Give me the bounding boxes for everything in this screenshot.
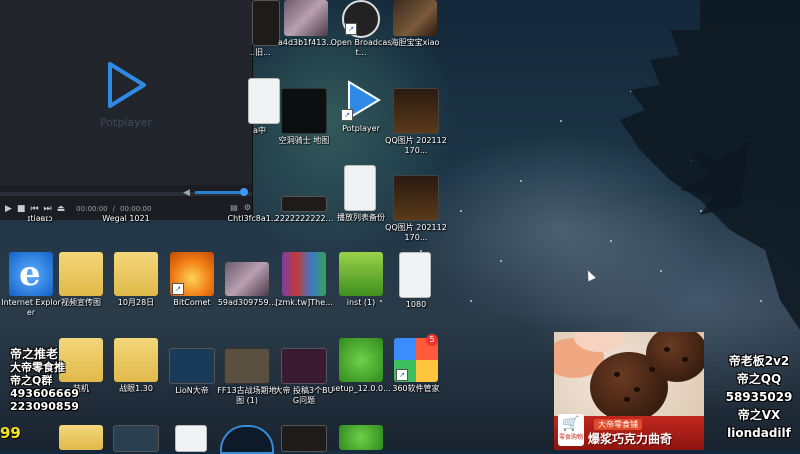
image-thumbnail-icon xyxy=(281,425,327,452)
bitcomet-icon: ↗ xyxy=(170,252,214,296)
stream-overlay-right: 帝老板2v2 帝之QQ 58935029 帝之VX liondadilf xyxy=(725,354,793,440)
play-icon[interactable]: ▶ xyxy=(5,204,12,214)
setup-icon xyxy=(339,425,383,450)
image-thumbnail-icon xyxy=(393,0,437,36)
volume-icon[interactable]: ◀ xyxy=(183,188,190,198)
desktop-icon-partial1[interactable]: ɪtiǝʙɪɔ xyxy=(20,212,60,224)
desktop-icon-partial2[interactable]: Wegal 1021 xyxy=(95,212,157,224)
folder-icon xyxy=(59,425,103,450)
desktop-icon-1080[interactable]: 1080 xyxy=(385,252,447,310)
folder-icon xyxy=(114,252,158,296)
image-thumbnail-icon xyxy=(281,348,327,384)
potplayer-window[interactable]: Potplayer ◀ ▶ ■ ⏮ ⏭ ⏏ 00:00:00 / 00:00:0… xyxy=(0,0,253,220)
potplayer-icon: ↗ xyxy=(339,78,383,122)
desktop-icon-partial-row2[interactable]: a中 xyxy=(230,78,280,136)
volume-slider[interactable] xyxy=(195,191,243,194)
file-icon xyxy=(399,252,431,298)
shop-name: 大帝零食铺 xyxy=(594,419,642,430)
volume-handle[interactable] xyxy=(240,188,248,196)
image-thumbnail-icon xyxy=(281,88,327,134)
ad-slogan: 爆浆巧克力曲奇 xyxy=(588,432,673,446)
settings-icon[interactable]: ⚙ xyxy=(244,203,251,212)
desktop-icon-bottom5[interactable] xyxy=(273,425,335,452)
cookie-advertisement[interactable]: 🛒 零食购物 大帝零食铺 爆浆巧克力曲奇 xyxy=(554,332,704,450)
desktop-icon-bottom2[interactable] xyxy=(105,425,167,452)
potplayer-logo-text: Potplayer xyxy=(100,116,152,129)
desktop-icon-bottom3[interactable] xyxy=(161,425,223,452)
shortcut-arrow-icon: ↗ xyxy=(345,23,357,35)
installer-icon xyxy=(339,252,383,296)
desktop-icon-a4d3b1f413[interactable]: a4d3b1f413... xyxy=(275,0,337,48)
desktop-icon-shipin[interactable]: 视频宣传图 xyxy=(50,252,112,308)
image-thumbnail-icon xyxy=(169,348,215,384)
file-icon xyxy=(175,425,207,452)
image-thumbnail-icon xyxy=(284,0,328,36)
setup-icon xyxy=(339,338,383,382)
desktop-icon-bitcomet[interactable]: ↗ BitComet xyxy=(161,252,223,308)
desktop-icon-59ad[interactable]: 59ad309759... xyxy=(216,262,278,308)
winrar-archive-icon xyxy=(282,252,326,296)
image-thumbnail-icon xyxy=(393,175,439,221)
desktop-icon-kongdong[interactable]: 空洞骑士 地图 xyxy=(273,88,335,146)
internet-explorer-icon: e xyxy=(9,252,53,296)
potplayer-logo-icon xyxy=(108,62,146,108)
desktop-icon-folder-bottom[interactable] xyxy=(50,425,112,450)
desktop-icon-ff13[interactable]: FF13古战场期地图 (1) xyxy=(216,348,278,406)
image-thumbnail-icon xyxy=(393,88,439,134)
desktop-icon-qq2[interactable]: QQ图片 202112170... xyxy=(385,175,447,243)
desktop-icon-haixiu[interactable]: 海胆宝宝xiao xyxy=(384,0,446,48)
stream-overlay-left: 帝之推老 大帝零食推 帝之Q群 493606669 223090859 xyxy=(10,347,79,414)
desktop-icon-inst[interactable]: inst (1) xyxy=(330,252,392,308)
desktop-icon-zhanji[interactable]: 战眼1.30 xyxy=(105,338,167,394)
360-software-manager-icon: 5 ↗ xyxy=(394,334,438,382)
image-thumbnail-icon xyxy=(225,262,269,296)
desktop-icon-360[interactable]: 5 ↗ 360软件管家 xyxy=(385,334,447,394)
desktop-icon-dadi[interactable]: 大帝 投稿3个BUG问题 xyxy=(273,348,335,406)
app-icon xyxy=(113,425,159,452)
obs-icon: ↗ xyxy=(339,0,383,38)
desktop-icon-setup[interactable]: setup_12.0.0... xyxy=(330,338,392,394)
shop-logo: 🛒 零食购物 xyxy=(558,414,584,446)
score-counter: 99 xyxy=(0,424,21,442)
shortcut-arrow-icon: ↗ xyxy=(341,109,353,121)
desktop-icon-222[interactable]: 2222222222... xyxy=(273,196,335,224)
desktop-icon-qq1[interactable]: QQ图片 202112170... xyxy=(385,88,447,156)
video-screen[interactable]: Potplayer xyxy=(0,0,252,185)
image-thumbnail-icon xyxy=(281,196,327,212)
playlist-icon[interactable]: ▤ xyxy=(230,203,238,212)
image-thumbnail-icon xyxy=(224,348,270,384)
desktop-icon-oct28[interactable]: 10月28日 xyxy=(105,252,167,308)
shortcut-arrow-icon: ↗ xyxy=(172,283,184,295)
desktop-icon-zmk[interactable]: [zmk.tw]The... xyxy=(273,252,335,308)
desktop-icon-bofang[interactable]: 播放列表备份 xyxy=(330,165,392,223)
desktop-icon-obs[interactable]: ↗ Open Broadcast... xyxy=(330,0,392,58)
file-icon xyxy=(344,165,376,211)
desktop-icon-potplayer[interactable]: ↗ Potplayer xyxy=(330,78,392,134)
folder-icon xyxy=(114,338,158,382)
notification-badge: 5 xyxy=(426,334,438,346)
shortcut-arrow-icon: ↗ xyxy=(396,369,408,381)
desktop-icon-lion[interactable]: LioN大帝 xyxy=(161,348,223,396)
desktop-icon-bottom6[interactable] xyxy=(330,425,392,450)
folder-icon xyxy=(59,252,103,296)
